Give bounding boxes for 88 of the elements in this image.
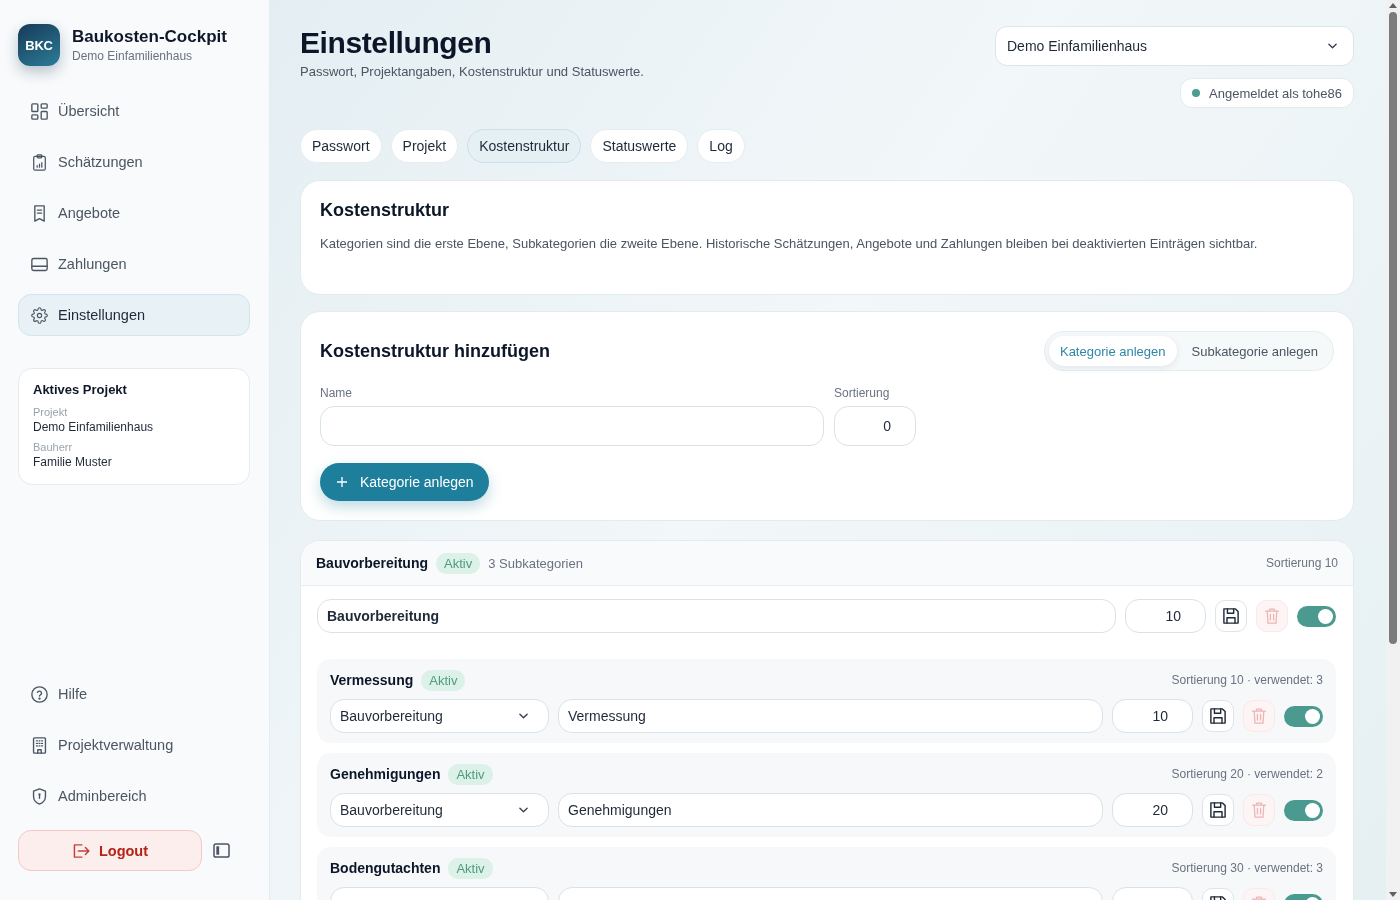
subcategory-name: Vermessung bbox=[330, 672, 414, 688]
toggle-switch[interactable] bbox=[1284, 799, 1323, 821]
chevron-down-icon bbox=[519, 807, 528, 813]
subcategory-name-input[interactable]: Vermessung bbox=[558, 699, 1103, 733]
status-badge: Aktiv bbox=[421, 669, 466, 691]
nav-item[interactable]: Einstellungen bbox=[18, 294, 250, 336]
plus-icon bbox=[337, 477, 347, 487]
toggle-switch[interactable] bbox=[1284, 705, 1323, 727]
toggle-switch[interactable] bbox=[1297, 605, 1336, 627]
layout-grid-icon bbox=[31, 102, 48, 120]
settings-icon bbox=[31, 306, 48, 324]
sort-info: Sortierung 20 · verwendet: 2 bbox=[1171, 767, 1323, 781]
scrollbar-thumb[interactable] bbox=[1389, 12, 1397, 644]
save-button[interactable] bbox=[1202, 700, 1234, 732]
project-field-value: Familie Muster bbox=[33, 454, 113, 470]
logout-icon bbox=[71, 843, 90, 858]
page-title: Einstellungen bbox=[300, 25, 493, 61]
mode-option[interactable]: Subkategorie anlegen bbox=[1180, 336, 1329, 366]
status-badge: Aktiv bbox=[448, 763, 493, 785]
nav-item[interactable]: Übersicht bbox=[18, 90, 250, 132]
field-label: Sortierung bbox=[834, 386, 891, 400]
floppy-disk-icon bbox=[1210, 708, 1226, 724]
project-select[interactable]: Demo Einfamilienhaus bbox=[995, 26, 1354, 66]
nav-item[interactable]: Hilfe bbox=[18, 673, 250, 715]
mode-option[interactable]: Kategorie anlegen bbox=[1048, 336, 1177, 366]
scroll-down-icon[interactable] bbox=[1389, 892, 1397, 897]
app-name: Baukosten-Cockpit bbox=[72, 26, 227, 47]
tab[interactable]: Passwort bbox=[300, 129, 382, 163]
app-logo: BKC bbox=[18, 24, 60, 66]
status-badge: Aktiv bbox=[448, 857, 493, 879]
page-subtitle: Passwort, Projektangaben, Kostenstruktur und Statuswerte. bbox=[300, 63, 644, 81]
building-icon bbox=[31, 736, 48, 754]
trash-icon bbox=[1264, 608, 1280, 624]
floppy-disk-icon bbox=[1210, 802, 1226, 818]
panel-icon[interactable] bbox=[213, 843, 230, 858]
sort-input[interactable]: 10 bbox=[1112, 699, 1193, 733]
subcategory-name: Bodengutachten bbox=[330, 860, 441, 876]
credit-card-icon bbox=[31, 255, 48, 273]
tab[interactable]: Kostenstruktur bbox=[467, 129, 582, 163]
save-button[interactable] bbox=[1215, 600, 1247, 632]
nav-item[interactable]: Adminbereich bbox=[18, 775, 250, 817]
category-name-input[interactable]: Bauvorbereitung bbox=[317, 599, 1116, 633]
name-input[interactable] bbox=[320, 406, 824, 446]
sort-info: Sortierung 10 bbox=[1265, 556, 1338, 570]
tab[interactable]: Log bbox=[697, 129, 745, 163]
subcategory-name: Genehmigungen bbox=[330, 766, 441, 782]
field-label: Name bbox=[320, 386, 353, 400]
app-subtitle: Demo Einfamilienhaus bbox=[72, 48, 194, 64]
category-name: Bauvorbereitung bbox=[316, 555, 428, 571]
create-category-button[interactable]: Kategorie anlegen bbox=[320, 463, 489, 501]
floppy-disk-icon bbox=[1223, 608, 1239, 624]
project-field-label: Projekt bbox=[33, 405, 69, 419]
card-title: Kostenstruktur hinzufügen bbox=[320, 340, 550, 363]
sort-info: Sortierung 10 · verwendet: 3 bbox=[1171, 673, 1323, 687]
logout-button[interactable]: Logout bbox=[18, 830, 202, 871]
nav-item[interactable]: Angebote bbox=[18, 192, 250, 234]
card-title: Kostenstruktur bbox=[320, 199, 450, 222]
tab[interactable]: Projekt bbox=[390, 129, 459, 163]
nav-item[interactable]: Zahlungen bbox=[18, 243, 250, 285]
category-select[interactable]: Bauvorbereitung bbox=[330, 793, 549, 827]
sort-info: Sortierung 30 · verwendet: 3 bbox=[1171, 861, 1323, 875]
subcategory-name-input[interactable]: Genehmigungen bbox=[558, 793, 1103, 827]
chevron-down-icon bbox=[1328, 43, 1337, 49]
chevron-down-icon bbox=[519, 713, 528, 719]
help-icon bbox=[31, 685, 48, 703]
receipt-icon bbox=[31, 204, 48, 222]
shield-icon bbox=[31, 787, 48, 805]
project-field-label: Bauherr bbox=[33, 440, 74, 454]
nav-item[interactable]: Schätzungen bbox=[18, 141, 250, 183]
status-dot-icon bbox=[1192, 89, 1200, 97]
scrollbar[interactable] bbox=[1386, 0, 1400, 900]
sort-input[interactable]: 0 bbox=[834, 406, 916, 446]
active-project-title: Aktives Projekt bbox=[33, 381, 128, 399]
tab[interactable]: Statuswerte bbox=[590, 129, 689, 163]
subcategory-count: 3 Subkategorien bbox=[488, 555, 583, 571]
status-badge: Aktiv bbox=[436, 552, 481, 574]
trash-icon bbox=[1251, 708, 1267, 724]
scroll-up-icon[interactable] bbox=[1389, 3, 1397, 8]
sort-input[interactable]: 10 bbox=[1125, 599, 1206, 633]
login-status-text: Angemeldet als tohe86 bbox=[1209, 85, 1342, 101]
category-select[interactable]: Bauvorbereitung bbox=[330, 699, 549, 733]
card-description: Kategorien sind die erste Ebene, Subkategorien die zweite Ebene. Historische Schätzungen, Angebote und Zahlungen bleiben bei deaktivierten Einträgen sichtbar. bbox=[320, 235, 1259, 253]
sort-input[interactable]: 20 bbox=[1112, 793, 1193, 827]
project-field-value: Demo Einfamilienhaus bbox=[33, 419, 155, 435]
nav-item[interactable]: Projektverwaltung bbox=[18, 724, 250, 766]
clipboard-chart-icon bbox=[31, 153, 48, 171]
save-button[interactable] bbox=[1202, 794, 1234, 826]
trash-icon bbox=[1251, 802, 1267, 818]
